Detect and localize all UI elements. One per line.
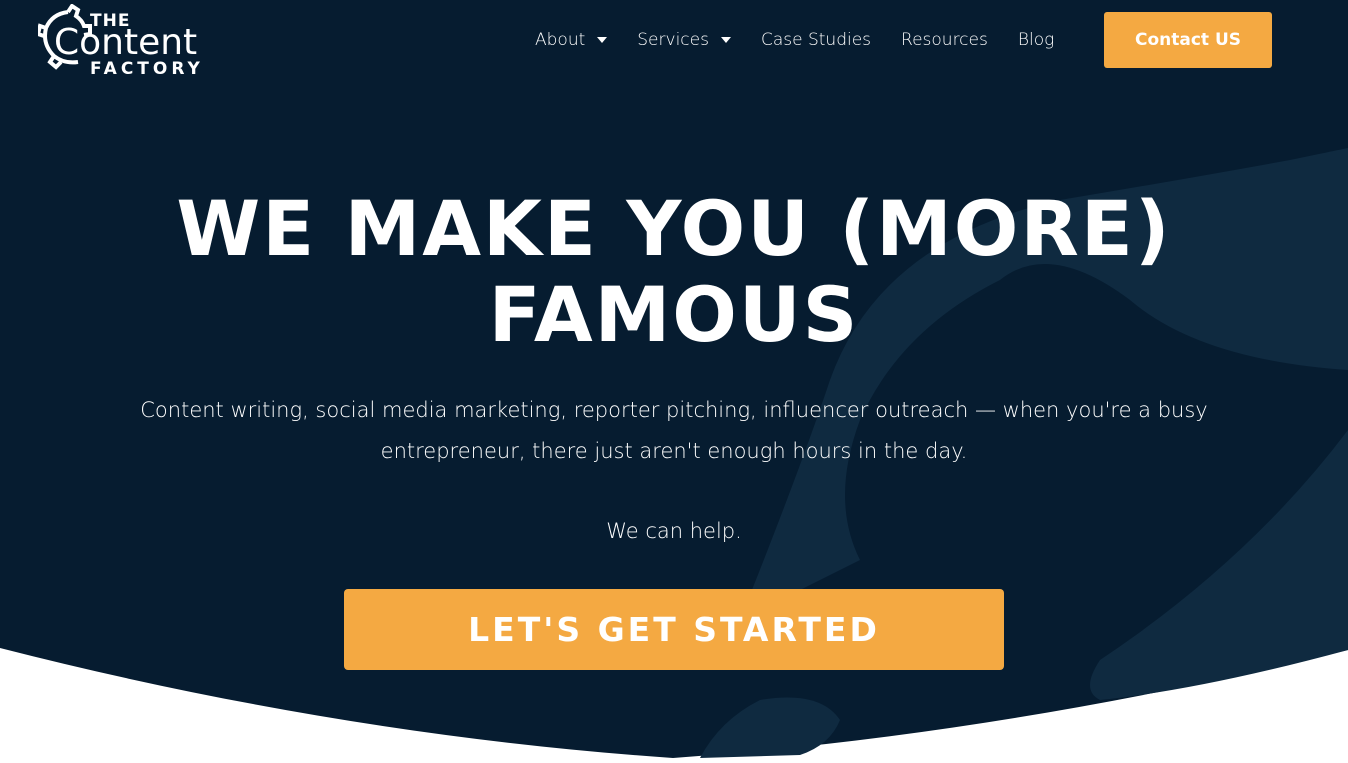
nav-item-case-studies[interactable]: Case Studies (746, 20, 886, 60)
logo[interactable]: THE Content FACTORY (38, 4, 238, 78)
nav-item-about[interactable]: About (520, 20, 622, 60)
nav-item-label: Resources (901, 30, 988, 50)
nav-item-blog[interactable]: Blog (1003, 20, 1069, 60)
hero-subtext: Content writing, social media marketing,… (140, 398, 1208, 463)
nav-item-label: About (535, 30, 586, 50)
nav-item-label: Case Studies (760, 30, 872, 50)
caret-down-icon (720, 37, 731, 43)
hero-help-text: We can help. (606, 519, 742, 543)
logo-line2: Content (54, 22, 197, 63)
get-started-button[interactable]: LET'S GET STARTED (344, 589, 1004, 670)
contact-button[interactable]: Contact US (1104, 12, 1272, 68)
main-nav: About Services Case Studies Resources Bl… (520, 0, 1069, 80)
headline-line2: FAMOUS (488, 270, 860, 359)
nav-item-resources[interactable]: Resources (886, 20, 1003, 60)
hero-headline: WE MAKE YOU (MORE) FAMOUS (0, 186, 1348, 358)
nav-item-label: Blog (1017, 30, 1055, 50)
nav-item-label: Services (637, 30, 709, 50)
caret-down-icon (597, 37, 608, 43)
logo-line3: FACTORY (90, 59, 204, 78)
nav-item-services[interactable]: Services (622, 20, 746, 60)
headline-line1: WE MAKE YOU (MORE) (176, 184, 1172, 273)
page: THE Content FACTORY About Services Case … (0, 0, 1348, 763)
